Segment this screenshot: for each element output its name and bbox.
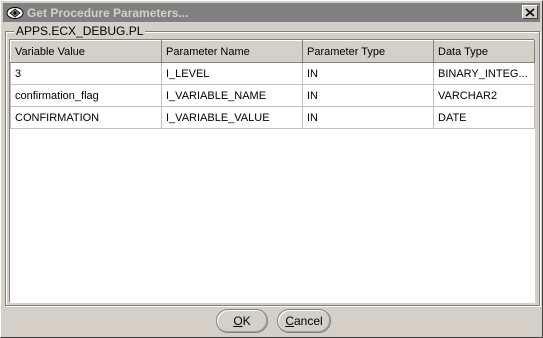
group-label: APPS.ECX_DEBUG.PL: [14, 24, 146, 38]
column-header-data-type[interactable]: Data Type: [433, 40, 535, 63]
cancel-button[interactable]: Cancel: [277, 309, 331, 333]
oracle-forms-icon: [5, 4, 25, 21]
close-button[interactable]: [522, 5, 538, 19]
table-header-row: Variable Value Parameter Name Parameter …: [10, 40, 535, 63]
parameters-table[interactable]: Variable Value Parameter Name Parameter …: [9, 39, 535, 303]
cell-data-type[interactable]: DATE: [433, 106, 535, 129]
table-row[interactable]: 3 I_LEVEL IN BINARY_INTEG...: [10, 62, 535, 85]
cell-parameter-type[interactable]: IN: [302, 84, 434, 107]
ok-mnemonic: O: [233, 314, 243, 328]
window-title: Get Procedure Parameters...: [27, 5, 189, 20]
column-header-variable-value[interactable]: Variable Value: [10, 40, 162, 63]
cell-parameter-name[interactable]: I_VARIABLE_NAME: [161, 84, 303, 107]
cell-parameter-name[interactable]: I_VARIABLE_VALUE: [161, 106, 303, 129]
table-row[interactable]: confirmation_flag I_VARIABLE_NAME IN VAR…: [10, 84, 535, 107]
close-icon: [525, 7, 535, 17]
cell-variable-value[interactable]: confirmation_flag: [10, 84, 162, 107]
ok-label-rest: K: [242, 314, 251, 328]
column-header-parameter-type[interactable]: Parameter Type: [302, 40, 434, 63]
cell-variable-value[interactable]: CONFIRMATION: [10, 106, 162, 129]
cell-variable-value[interactable]: 3: [10, 62, 162, 85]
cell-parameter-name[interactable]: I_LEVEL: [161, 62, 303, 85]
cell-parameter-type[interactable]: IN: [302, 62, 434, 85]
cell-parameter-type[interactable]: IN: [302, 106, 434, 129]
cell-data-type[interactable]: BINARY_INTEG...: [433, 62, 535, 85]
cancel-label-rest: ancel: [293, 314, 323, 328]
cancel-mnemonic: C: [285, 314, 294, 328]
title-bar[interactable]: Get Procedure Parameters...: [3, 3, 540, 22]
column-header-parameter-name[interactable]: Parameter Name: [161, 40, 303, 63]
cell-data-type[interactable]: VARCHAR2: [433, 84, 535, 107]
ok-button[interactable]: OK: [216, 309, 268, 333]
dialog-window: Get Procedure Parameters... APPS.ECX_DEB…: [0, 0, 543, 338]
table-row[interactable]: CONFIRMATION I_VARIABLE_VALUE IN DATE: [10, 106, 535, 129]
